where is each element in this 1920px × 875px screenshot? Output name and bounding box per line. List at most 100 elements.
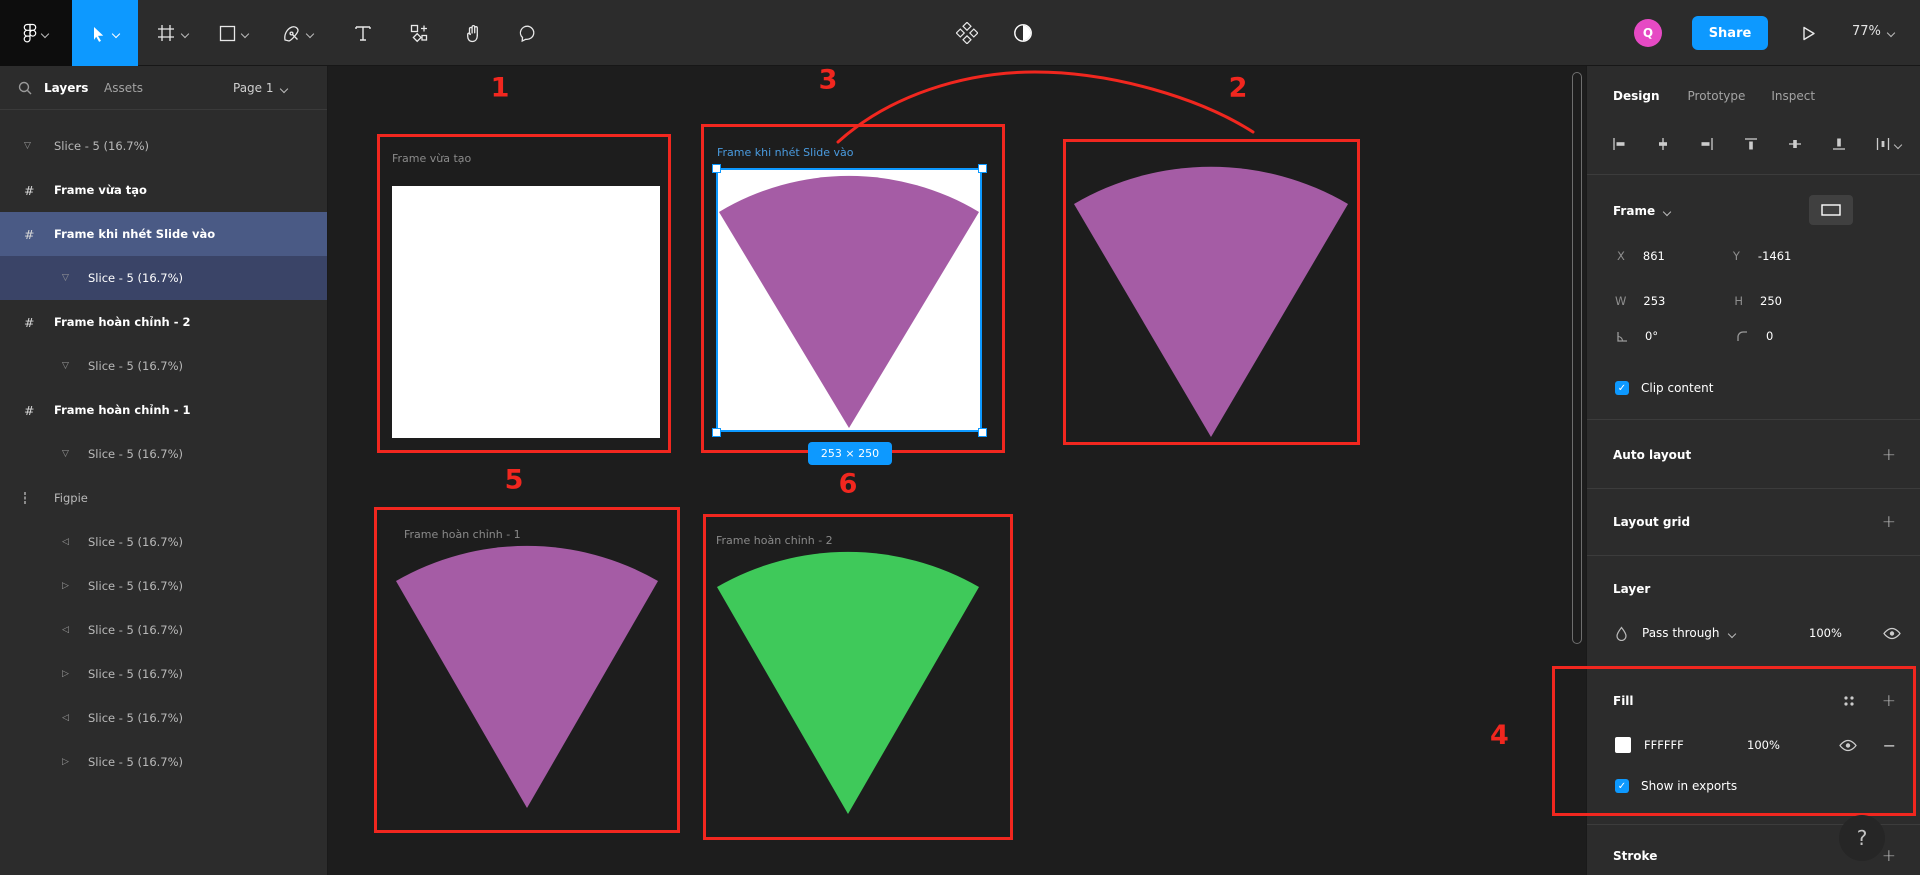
canvas-frame-name[interactable]: Frame hoàn chỉnh - 1 <box>404 528 521 541</box>
present-button[interactable] <box>1788 0 1828 66</box>
x-input[interactable]: 861 <box>1643 249 1733 263</box>
align-vertical-center-icon[interactable] <box>1787 136 1803 152</box>
layer-opacity-input[interactable]: 100% <box>1809 626 1842 640</box>
layer-label: Frame hoàn chỉnh - 1 <box>54 403 190 417</box>
layer-row[interactable]: ▽Slice - 5 (16.7%) <box>0 256 327 300</box>
add-layout-grid-button[interactable]: + <box>1882 512 1896 532</box>
layer-row[interactable]: ◁Slice - 5 (16.7%) <box>0 696 327 740</box>
width-input[interactable]: 253 <box>1643 294 1734 308</box>
tab-assets[interactable]: Assets <box>104 81 143 95</box>
layer-row[interactable]: ◁Slice - 5 (16.7%) <box>0 520 327 564</box>
slice-down-icon: ▽ <box>62 361 69 371</box>
canvas-frame-name[interactable]: Frame khi nhét Slide vào <box>717 146 854 159</box>
selection-handle[interactable] <box>978 164 987 173</box>
shape-tool-button[interactable] <box>208 0 260 66</box>
figma-logo-icon <box>23 23 37 44</box>
layer-row[interactable]: Figpie <box>0 476 327 520</box>
layer-row[interactable]: ▽Slice - 5 (16.7%) <box>0 124 327 168</box>
main-menu-button[interactable] <box>0 0 72 66</box>
layer-label: Frame khi nhét Slide vào <box>54 227 215 241</box>
search-icon[interactable] <box>18 81 32 95</box>
clip-content-checkbox[interactable]: ✓ <box>1615 381 1629 395</box>
add-stroke-button[interactable]: + <box>1882 846 1896 866</box>
comment-tool-button[interactable] <box>506 0 548 66</box>
contrast-mode-button[interactable] <box>1000 0 1046 66</box>
tab-prototype[interactable]: Prototype <box>1688 89 1746 103</box>
component-library-button[interactable] <box>944 0 990 66</box>
actions-tool-button[interactable] <box>398 0 440 66</box>
layer-row-frame[interactable]: #Frame vừa tạo <box>0 168 327 212</box>
toolbar: Q Share 77% <box>0 0 1920 66</box>
align-horizontal-center-icon[interactable] <box>1655 136 1671 152</box>
move-tool-button[interactable] <box>72 0 138 66</box>
hand-tool-icon <box>464 24 483 43</box>
chevron-down-icon[interactable] <box>181 29 189 37</box>
avatar[interactable]: Q <box>1634 19 1662 47</box>
selection-handle[interactable] <box>712 428 721 437</box>
pen-tool-icon <box>282 24 301 43</box>
page-selector[interactable]: Page 1 <box>233 81 288 95</box>
layer-row-frame[interactable]: #Frame hoàn chỉnh - 1 <box>0 388 327 432</box>
help-button[interactable]: ? <box>1839 815 1885 861</box>
selection-outline <box>716 168 982 432</box>
rotation-input[interactable]: 0° <box>1645 329 1736 343</box>
canvas[interactable]: Frame vừa tạo1Frame khi nhét Slide vào25… <box>328 66 1586 875</box>
tab-inspect[interactable]: Inspect <box>1771 89 1815 103</box>
chevron-down-icon[interactable] <box>241 29 249 37</box>
annotation-rect-4 <box>1552 666 1916 816</box>
canvas-frame-name[interactable]: Frame vừa tạo <box>392 152 471 165</box>
layer-label: Slice - 5 (16.7%) <box>88 711 183 725</box>
chevron-down-icon[interactable] <box>1663 207 1671 215</box>
layer-label: Figpie <box>54 491 88 505</box>
align-left-icon[interactable] <box>1611 136 1627 152</box>
height-input[interactable]: 250 <box>1760 294 1782 308</box>
annotation-rect-1 <box>377 134 671 453</box>
layer-row-frame[interactable]: #Frame hoàn chỉnh - 2 <box>0 300 327 344</box>
layer-row[interactable]: ▷Slice - 5 (16.7%) <box>0 564 327 608</box>
layer-label: Slice - 5 (16.7%) <box>54 139 149 153</box>
align-top-icon[interactable] <box>1743 136 1759 152</box>
blend-mode-dropdown[interactable]: Pass through <box>1642 626 1720 640</box>
layer-label: Frame hoàn chỉnh - 2 <box>54 315 190 329</box>
add-auto-layout-button[interactable]: + <box>1882 445 1896 465</box>
text-tool-button[interactable] <box>342 0 384 66</box>
contrast-icon <box>1013 23 1033 43</box>
layer-row[interactable]: ◁Slice - 5 (16.7%) <box>0 608 327 652</box>
zoom-level-control[interactable]: 77% <box>1852 24 1895 39</box>
layer-row[interactable]: ▷Slice - 5 (16.7%) <box>0 740 327 784</box>
distribute-menu[interactable] <box>1875 136 1902 152</box>
tab-layers[interactable]: Layers <box>44 81 88 95</box>
share-button[interactable]: Share <box>1692 16 1768 50</box>
corner-radius-input[interactable]: 0 <box>1766 329 1773 343</box>
chevron-down-icon[interactable] <box>112 29 120 37</box>
distribute-icon <box>1875 136 1891 152</box>
tab-design[interactable]: Design <box>1613 89 1660 103</box>
layer-row-frame[interactable]: #Frame khi nhét Slide vào <box>0 212 327 256</box>
eye-icon[interactable] <box>1883 627 1901 640</box>
layer-section-title: Layer <box>1613 582 1650 596</box>
layer-row[interactable]: ▽Slice - 5 (16.7%) <box>0 344 327 388</box>
layer-row[interactable]: ▽Slice - 5 (16.7%) <box>0 432 327 476</box>
align-bottom-icon[interactable] <box>1831 136 1847 152</box>
y-input[interactable]: -1461 <box>1758 249 1791 263</box>
canvas-frame-name[interactable]: Frame hoàn chỉnh - 2 <box>716 534 833 547</box>
zoom-level-value: 77% <box>1852 24 1881 39</box>
element-type-dropdown[interactable]: Frame <box>1613 204 1655 218</box>
layer-row[interactable]: ▷Slice - 5 (16.7%) <box>0 652 327 696</box>
comment-icon <box>518 24 537 43</box>
chevron-down-icon[interactable] <box>306 29 314 37</box>
annotation-rect-5 <box>374 507 680 833</box>
hand-tool-button[interactable] <box>452 0 494 66</box>
selection-handle[interactable] <box>712 164 721 173</box>
selection-handle[interactable] <box>978 428 987 437</box>
vertical-scrollbar[interactable] <box>1572 72 1582 644</box>
align-right-icon[interactable] <box>1699 136 1715 152</box>
pen-tool-button[interactable] <box>272 0 324 66</box>
rectangle-tool-icon <box>219 25 236 42</box>
diamond-grid-icon <box>956 22 978 44</box>
chevron-down-icon <box>1887 28 1895 36</box>
landscape-orientation-button[interactable] <box>1809 195 1853 225</box>
slice-down-icon: ▽ <box>62 273 69 283</box>
sidebar-header: Layers Assets Page 1 <box>0 66 327 110</box>
frame-tool-button[interactable] <box>146 0 198 66</box>
